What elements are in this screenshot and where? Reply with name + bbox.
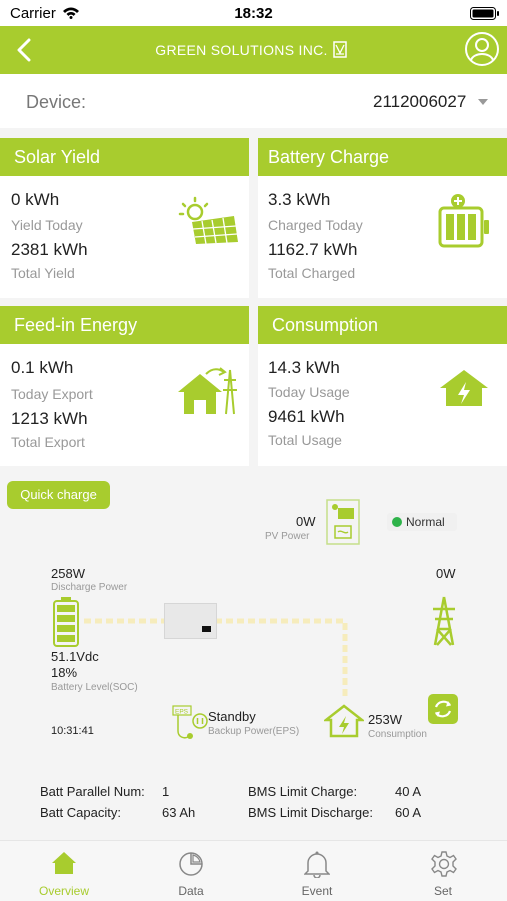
card-solar-yield: Solar Yield 0 kWh Yield Today 2381 kWh T… bbox=[0, 138, 249, 298]
tab-event[interactable]: Event bbox=[277, 841, 357, 901]
status-dot-icon bbox=[392, 517, 402, 527]
bell-icon bbox=[304, 851, 330, 878]
tab-overview[interactable]: Overview bbox=[24, 841, 104, 901]
card-title: Solar Yield bbox=[14, 147, 101, 167]
battery-soc-label: Battery Level(SOC) bbox=[51, 682, 138, 693]
dropdown-arrow-icon[interactable] bbox=[477, 98, 489, 106]
bms-charge-label: BMS Limit Charge: bbox=[248, 784, 358, 799]
tab-set[interactable]: Set bbox=[403, 841, 483, 901]
discharge-power-value: 258W bbox=[51, 566, 85, 581]
backup-eps-icon: EPS bbox=[172, 705, 208, 739]
pie-chart-icon bbox=[179, 852, 203, 876]
clock: 18:32 bbox=[234, 5, 273, 22]
system-status-badge: Normal bbox=[387, 513, 457, 531]
discharge-power-label: Discharge Power bbox=[51, 582, 128, 593]
bms-discharge-label: BMS Limit Discharge: bbox=[248, 805, 373, 820]
battery-voltage: 51.1Vdc bbox=[51, 649, 99, 664]
grid-power-value: 0W bbox=[436, 566, 456, 581]
last-update-time: 10:31:41 bbox=[51, 725, 94, 737]
yield-today-value: 0 kWh bbox=[11, 190, 60, 209]
tab-label: Set bbox=[433, 884, 452, 898]
app-title: GREEN SOLUTIONS INC. bbox=[155, 42, 328, 58]
total-charged-value: 1162.7 kWh bbox=[268, 240, 358, 259]
inverter-icon bbox=[164, 603, 217, 639]
batt-parallel-value: 1 bbox=[162, 784, 170, 799]
home-icon bbox=[52, 852, 76, 874]
total-yield-value: 2381 kWh bbox=[11, 240, 88, 259]
svg-text:EPS: EPS bbox=[175, 709, 189, 716]
nav-bar: GREEN SOLUTIONS INC. bbox=[0, 26, 507, 74]
pv-panel-icon bbox=[326, 499, 360, 545]
total-usage-value: 9461 kWh bbox=[268, 407, 345, 426]
total-usage-label: Total Usage bbox=[268, 432, 342, 448]
card-title: Feed-in Energy bbox=[14, 315, 138, 335]
gear-icon bbox=[431, 851, 457, 877]
card-title: Consumption bbox=[272, 315, 379, 335]
charged-today-label: Charged Today bbox=[268, 217, 363, 233]
today-usage-label: Today Usage bbox=[268, 384, 350, 400]
bms-discharge-value: 60 A bbox=[395, 805, 422, 820]
grid-tower-icon bbox=[433, 596, 455, 646]
yield-today-label: Yield Today bbox=[11, 217, 83, 233]
solar-panel-icon bbox=[178, 196, 238, 245]
charged-today-value: 3.3 kWh bbox=[268, 190, 331, 209]
device-serial[interactable]: 2112006027 bbox=[373, 92, 466, 112]
card-title: Battery Charge bbox=[268, 147, 390, 167]
house-grid-export-icon bbox=[178, 367, 237, 415]
today-usage-value: 14.3 kWh bbox=[268, 358, 340, 377]
refresh-icon[interactable] bbox=[428, 694, 458, 724]
status-text: Normal bbox=[406, 515, 445, 529]
battery-icon bbox=[53, 597, 79, 647]
total-export-value: 1213 kWh bbox=[11, 409, 88, 428]
device-selector[interactable]: Device: 2112006027 bbox=[0, 74, 507, 128]
consumption-power-value: 253W bbox=[368, 712, 402, 727]
eps-status: Standby bbox=[208, 709, 256, 724]
tab-label: Overview bbox=[38, 884, 89, 898]
card-battery-charge: Battery Charge 3.3 kWh Charged Today 116… bbox=[258, 138, 507, 298]
brand-logo-icon bbox=[333, 41, 347, 58]
tab-data[interactable]: Data bbox=[151, 841, 231, 901]
battery-charge-icon bbox=[438, 194, 489, 248]
tab-label: Data bbox=[178, 884, 204, 898]
battery-status-icon bbox=[470, 7, 499, 20]
pv-power-label: PV Power bbox=[265, 531, 310, 542]
bms-charge-value: 40 A bbox=[395, 784, 422, 799]
card-consumption: Consumption 14.3 kWh Today Usage 9461 kW… bbox=[258, 306, 507, 466]
tab-label: Event bbox=[301, 884, 333, 898]
total-charged-label: Total Charged bbox=[268, 265, 356, 281]
battery-soc-value: 18% bbox=[51, 665, 78, 680]
status-bar: Carrier 18:32 bbox=[0, 0, 507, 26]
house-consumption-icon bbox=[440, 370, 488, 406]
user-profile-icon[interactable] bbox=[464, 31, 500, 67]
consumption-power-label: Consumption bbox=[368, 729, 427, 740]
batt-capacity-label: Batt Capacity: bbox=[40, 805, 121, 820]
today-export-label: Today Export bbox=[11, 386, 93, 402]
pv-power-value: 0W bbox=[296, 514, 316, 529]
card-feed-in-energy: Feed-in Energy 0.1 kWh Today Export 1213… bbox=[0, 306, 249, 466]
batt-capacity-value: 63 Ah bbox=[162, 805, 196, 820]
device-label: Device: bbox=[26, 92, 87, 112]
batt-parallel-label: Batt Parallel Num: bbox=[40, 784, 145, 799]
total-export-label: Total Export bbox=[11, 434, 85, 450]
total-yield-label: Total Yield bbox=[11, 265, 75, 281]
home-load-icon bbox=[324, 704, 364, 738]
today-export-value: 0.1 kWh bbox=[11, 358, 74, 377]
tab-bar: Overview Data Event Set bbox=[0, 840, 507, 901]
eps-label: Backup Power(EPS) bbox=[208, 726, 300, 737]
